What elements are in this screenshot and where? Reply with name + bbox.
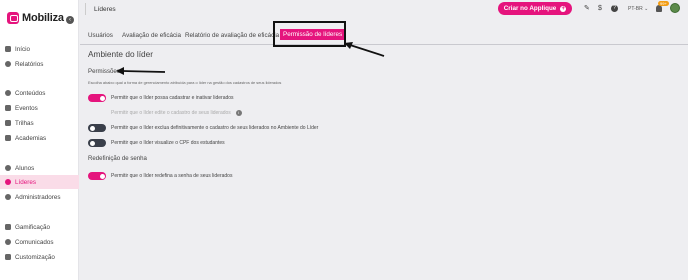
- breadcrumb: Líderes: [94, 6, 116, 13]
- permission-row: Permitir que o líder possa cadastrar e i…: [88, 94, 234, 102]
- gamepad-icon: [5, 224, 11, 230]
- notification-badge: 99+: [658, 1, 669, 6]
- wrench-icon[interactable]: ✎: [584, 5, 590, 13]
- annotation-highlight-box: [273, 21, 346, 47]
- sidebar-item-administradores[interactable]: Administradores: [0, 190, 79, 204]
- logo-icon: [7, 12, 19, 24]
- permission-label: Permitir que o líder exclua definitivame…: [111, 125, 319, 131]
- academy-icon: [5, 135, 11, 141]
- plus-icon: +: [560, 5, 567, 12]
- sidebar-item-trilhas[interactable]: Trilhas: [0, 116, 79, 130]
- sidebar-item-label: Customização: [15, 253, 55, 261]
- admin-icon: [5, 194, 11, 200]
- sidebar-item-label: Trilhas: [15, 119, 34, 127]
- users-icon: [5, 179, 11, 185]
- user-icon: [5, 165, 11, 171]
- sidebar-item-academias[interactable]: Academias: [0, 131, 79, 145]
- create-in-applique-button[interactable]: Criar no Applique +: [498, 2, 572, 15]
- language-selector[interactable]: PT-BR ⌄: [628, 6, 648, 12]
- permission-label: Permitir que o líder possa cadastrar e i…: [111, 95, 234, 101]
- dollar-icon[interactable]: $: [598, 5, 602, 13]
- trail-icon: [5, 120, 11, 126]
- logo-text: Mobiliza: [22, 12, 64, 24]
- create-button-label: Criar no Applique: [503, 5, 557, 12]
- permission-toggle[interactable]: [88, 94, 106, 102]
- language-label: PT-BR: [628, 6, 643, 12]
- sidebar-item-label: Alunos: [15, 164, 35, 172]
- tab-relatorio-avaliacao[interactable]: Relatório de avaliação de eficácia: [185, 32, 279, 39]
- avatar[interactable]: [670, 3, 680, 13]
- annotation-arrow-icon: [344, 42, 385, 57]
- bell-icon[interactable]: [656, 5, 662, 12]
- sidebar-item-label: Relatórios: [15, 60, 44, 68]
- sidebar-item-label: Eventos: [15, 104, 38, 112]
- permission-label: Permitir que o líder redefina a senha de…: [111, 173, 233, 179]
- tab-usuarios[interactable]: Usuários: [88, 32, 113, 39]
- info-icon[interactable]: i: [235, 110, 242, 116]
- sidebar-item-label: Conteúdos: [15, 89, 46, 97]
- tab-avaliacao-eficacia[interactable]: Avaliação de eficácia: [122, 32, 181, 39]
- sidebar-item-eventos[interactable]: Eventos: [0, 101, 79, 115]
- topbar: Líderes Criar no Applique + ✎ $ ? PT-BR …: [79, 0, 688, 18]
- permission-toggle[interactable]: [88, 139, 106, 147]
- sidebar-item-label: Gamificação: [15, 223, 50, 231]
- sidebar-item-lideres[interactable]: Líderes: [0, 175, 79, 189]
- sidebar: Mobiliza ‹ Início Relatórios Conteúdos E…: [0, 0, 79, 280]
- sidebar-item-label: Administradores: [15, 193, 61, 201]
- home-icon: [5, 46, 11, 52]
- sidebar-item-label: Comunicados: [15, 238, 54, 246]
- permission-label: Permitir que o líder edite o cadastro de…: [111, 110, 231, 116]
- permission-row: Permitir que o líder edite o cadastro de…: [88, 109, 242, 117]
- password-reset-heading: Redefinição de senha: [88, 155, 147, 162]
- permissions-description: Escolha abaixo qual a forma de gerenciam…: [88, 80, 282, 85]
- calendar-icon: [5, 105, 11, 111]
- sidebar-item-comunicados[interactable]: Comunicados: [0, 235, 79, 249]
- permission-row: Permitir que o líder redefina a senha de…: [88, 172, 232, 180]
- chevron-down-icon: ⌄: [644, 6, 649, 12]
- sidebar-item-label: Academias: [15, 134, 47, 142]
- help-icon[interactable]: ?: [611, 5, 618, 12]
- sidebar-item-customizacao[interactable]: Customização: [0, 250, 79, 264]
- chat-icon: [5, 239, 11, 245]
- permission-row: Permitir que o líder exclua definitivame…: [88, 124, 318, 132]
- app: Mobiliza ‹ Início Relatórios Conteúdos E…: [0, 0, 688, 280]
- permission-row: Permitir que o líder visualize o CPF dos…: [88, 139, 225, 147]
- sidebar-item-conteudos[interactable]: Conteúdos: [0, 86, 79, 100]
- permission-toggle[interactable]: [88, 124, 106, 132]
- permission-toggle: [88, 109, 106, 117]
- permission-label: Permitir que o líder visualize o CPF dos…: [111, 140, 225, 146]
- logo[interactable]: Mobiliza: [7, 12, 64, 24]
- page-title: Ambiente do líder: [88, 49, 154, 59]
- content-icon: [5, 90, 11, 96]
- permission-toggle[interactable]: [88, 172, 106, 180]
- brush-icon: [5, 254, 11, 260]
- sidebar-item-alunos[interactable]: Alunos: [0, 161, 79, 175]
- sidebar-item-gamificacao[interactable]: Gamificação: [0, 220, 79, 234]
- collapse-sidebar-icon[interactable]: ‹: [66, 16, 74, 24]
- sidebar-item-relatorios[interactable]: Relatórios: [0, 57, 79, 71]
- chart-pie-icon: [5, 61, 11, 67]
- annotation-arrow-icon: [116, 67, 166, 75]
- sidebar-item-inicio[interactable]: Início: [0, 42, 79, 56]
- sidebar-item-label: Início: [15, 45, 31, 53]
- sidebar-item-label: Líderes: [15, 178, 37, 186]
- breadcrumb-divider: [85, 3, 86, 15]
